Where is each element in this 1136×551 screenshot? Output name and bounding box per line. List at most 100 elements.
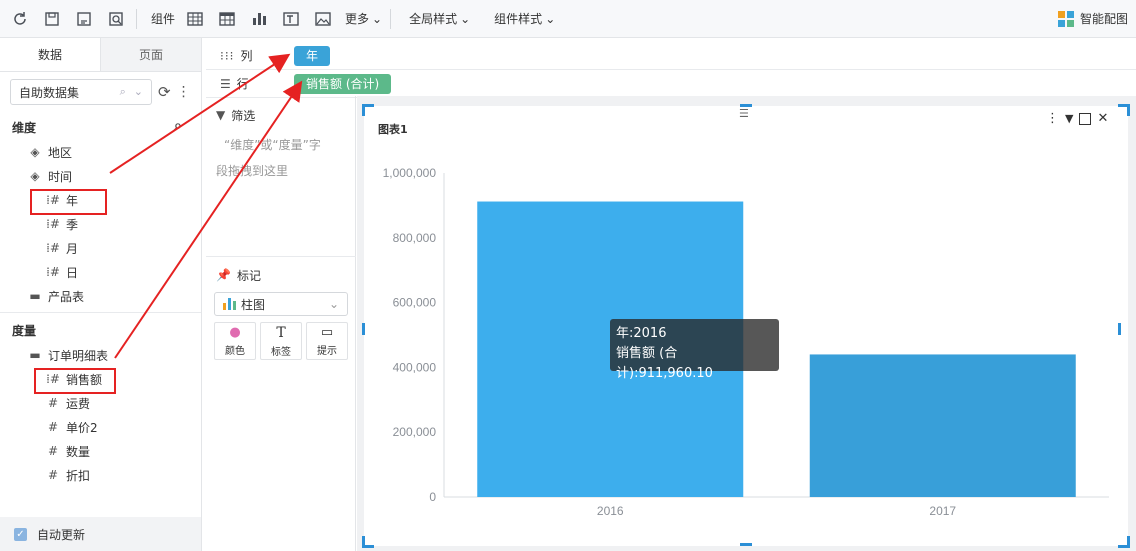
filter-icon[interactable]: ▼: [1065, 112, 1073, 125]
tree-item-label: 折扣: [66, 468, 91, 483]
tree-item-freight[interactable]: # 运费: [0, 391, 201, 415]
tree-item-label: 数量: [66, 444, 91, 459]
maximize-icon[interactable]: [1079, 112, 1092, 125]
tree-item-discount[interactable]: # 折扣: [0, 463, 201, 487]
filter-drop-zone[interactable]: “维度”或“度量”字 段拖拽到这里: [206, 126, 355, 190]
component-style-label: 组件样式: [494, 12, 543, 26]
filter-hint-line1: “维度”或“度量”字: [224, 138, 321, 152]
tooltip-line-year: 年:2016: [616, 326, 667, 341]
tab-data[interactable]: 数据: [0, 38, 101, 71]
global-style-menu[interactable]: 全局样式 ⌄: [409, 10, 470, 27]
row-shelf-label: ☰ 行: [206, 75, 294, 92]
section-divider: [0, 312, 201, 313]
more-menu[interactable]: 更多 ⌄: [345, 10, 382, 27]
dataset-select[interactable]: 自助数据集 ⌕ ⌄: [10, 79, 152, 105]
text-widget-icon[interactable]: [279, 7, 303, 31]
save-as-icon[interactable]: [72, 7, 96, 31]
label-button[interactable]: T 标签: [260, 322, 302, 360]
smart-chart-label: 智能配图: [1079, 12, 1128, 26]
mark-type-select[interactable]: 柱图 ⌄: [214, 292, 348, 316]
tooltip-button[interactable]: ▭ 提示: [306, 322, 348, 360]
annotation-box-year: [30, 189, 107, 215]
tree-item-unit-price[interactable]: # 单价2: [0, 415, 201, 439]
row-label: 行: [236, 77, 249, 91]
more-options-icon[interactable]: ⋮: [177, 84, 191, 100]
color-palette-icon: ●: [229, 325, 241, 340]
save-icon[interactable]: [40, 7, 64, 31]
smart-chart-icon: [1057, 10, 1074, 27]
measure-title: 度量: [12, 323, 37, 338]
text-t-icon: T: [276, 324, 286, 341]
bar-2017[interactable]: [809, 354, 1076, 497]
column-label: 列: [240, 49, 253, 63]
tree-item-time[interactable]: ◈ 时间: [0, 164, 201, 188]
drag-handle-icon[interactable]: ☰: [739, 107, 749, 120]
chevron-down-icon: ⌄: [372, 11, 383, 26]
mark-type-label: 柱图: [241, 297, 266, 312]
auto-update-label: 自动更新: [37, 527, 86, 542]
tree-item-day[interactable]: ⁞# 日: [0, 260, 201, 284]
speech-bubble-icon: ▭: [320, 325, 334, 340]
row-pill-sales-sum[interactable]: 销售额 (合计): [294, 73, 392, 94]
tree-item-quantity[interactable]: # 数量: [0, 439, 201, 463]
tree-item-label: 产品表: [48, 289, 85, 304]
refresh-dataset-icon[interactable]: ⟳: [158, 83, 171, 101]
resize-handle-bottom[interactable]: [740, 543, 752, 546]
mark-buttons: ● 颜色 T 标签 ▭ 提示: [214, 322, 348, 360]
refresh-icon[interactable]: [8, 7, 32, 31]
x-tick-label: 2017: [929, 504, 956, 518]
checkbox-checked-icon[interactable]: ✓: [14, 527, 27, 541]
resize-handle-bottom-left[interactable]: [362, 536, 374, 548]
tree-item-order-detail[interactable]: ▬ 订单明细表: [0, 343, 201, 367]
chevron-down-icon: ⌄: [328, 297, 339, 311]
toolbar-separator: [136, 8, 137, 29]
tree-item-month[interactable]: ⁞# 月: [0, 236, 201, 260]
auto-update-toggle[interactable]: ✓ 自动更新: [0, 517, 201, 551]
tree-item-label: 单价2: [66, 420, 98, 435]
color-label: 颜色: [225, 346, 245, 357]
tree-item-quarter[interactable]: ⁞# 季: [0, 212, 201, 236]
search-icon[interactable]: ⌕: [174, 118, 182, 134]
chevron-down-icon[interactable]: ⌄: [134, 85, 143, 99]
columns-icon: ⁝⁝⁝: [220, 48, 235, 63]
filter-icon: ▼: [216, 108, 226, 122]
close-icon[interactable]: ✕: [1097, 111, 1108, 126]
date-field-icon: ⁞#: [46, 217, 60, 231]
mark-label: 标记: [236, 268, 261, 283]
resize-handle-bottom-right[interactable]: [1118, 536, 1130, 548]
image-widget-icon[interactable]: [311, 7, 335, 31]
resize-handle-top-right[interactable]: [1118, 104, 1130, 116]
column-shelf-label: ⁝⁝⁝ 列: [206, 47, 294, 64]
preview-icon[interactable]: [104, 7, 128, 31]
filter-label: 筛选: [231, 108, 256, 123]
layers-icon: ◈: [30, 145, 40, 159]
tree-item-region[interactable]: ◈ 地区: [0, 140, 201, 164]
resize-handle-top-left[interactable]: [362, 104, 374, 116]
folder-open-icon: ▬: [29, 348, 41, 362]
table-icon[interactable]: [183, 7, 207, 31]
bar-chart-icon[interactable]: [247, 7, 271, 31]
component-style-menu[interactable]: 组件样式 ⌄: [494, 10, 555, 27]
crosstab-icon[interactable]: [215, 7, 239, 31]
bar-chart-icon: [223, 298, 236, 310]
annotation-box-sales: [34, 368, 116, 394]
filter-hint-line2: 段拖拽到这里: [216, 164, 289, 178]
tree-item-product-table[interactable]: ▬ 产品表: [0, 284, 201, 308]
tree-item-label: 季: [66, 217, 79, 232]
global-style-label: 全局样式: [409, 12, 458, 26]
tree-item-label: 日: [66, 265, 79, 280]
label-label: 标签: [271, 346, 291, 358]
section-divider: [206, 256, 356, 257]
search-icon[interactable]: ⌕: [120, 85, 126, 99]
smart-chart-button[interactable]: 智能配图: [1057, 10, 1128, 27]
dataset-name: 自助数据集: [19, 85, 80, 100]
pin-icon: 📌: [216, 268, 231, 282]
color-button[interactable]: ● 颜色: [214, 322, 256, 360]
panel-tabs: 数据 页面: [0, 38, 201, 72]
chart-tooltip: 年:2016 销售额 (合计):911,960.10: [610, 319, 779, 381]
more-label: 更多: [345, 12, 370, 26]
toolbar: 组件 更多 ⌄ 全局样式 ⌄ 组件样式 ⌄ 智能配图: [0, 0, 1136, 38]
tab-page[interactable]: 页面: [101, 38, 201, 71]
column-pill-year[interactable]: 年: [294, 45, 331, 66]
more-options-icon[interactable]: ⋮: [1046, 111, 1059, 126]
